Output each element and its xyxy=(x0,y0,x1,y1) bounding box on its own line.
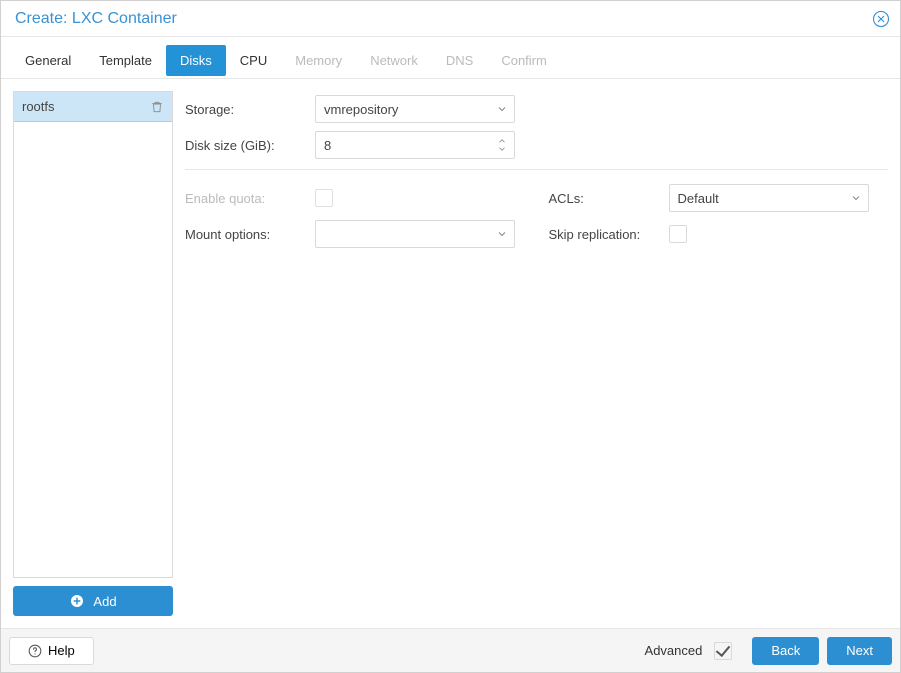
enable-quota-label: Enable quota: xyxy=(185,191,315,206)
row-disk-size: Disk size (GiB): xyxy=(185,127,888,163)
disk-form: Storage: Disk size (GiB): xyxy=(185,91,888,616)
create-lxc-window: Create: LXC Container General Template D… xyxy=(0,0,901,673)
mount-options-input[interactable] xyxy=(316,221,490,247)
disk-size-input[interactable] xyxy=(316,132,490,158)
disk-side-column: rootfs Add xyxy=(13,91,173,616)
disk-list: rootfs xyxy=(13,91,173,578)
tabbar: General Template Disks CPU Memory Networ… xyxy=(1,37,900,79)
skip-replication-label: Skip replication: xyxy=(549,227,669,242)
storage-input[interactable] xyxy=(316,96,490,122)
chevron-down-icon xyxy=(497,145,507,153)
mount-options-label: Mount options: xyxy=(185,227,315,242)
chevron-up-icon xyxy=(497,137,507,145)
plus-circle-icon xyxy=(69,593,85,609)
close-icon xyxy=(872,10,890,28)
disk-item-label: rootfs xyxy=(22,99,55,114)
tab-dns: DNS xyxy=(432,45,487,76)
disk-item-rootfs[interactable]: rootfs xyxy=(14,92,172,122)
tab-disks[interactable]: Disks xyxy=(166,45,226,76)
tab-memory: Memory xyxy=(281,45,356,76)
mount-options-dropdown-trigger[interactable] xyxy=(490,221,514,247)
advanced-grid: Enable quota: Mount options: xyxy=(185,180,888,252)
disk-size-spinner[interactable] xyxy=(315,131,515,159)
next-button[interactable]: Next xyxy=(827,637,892,665)
skip-replication-checkbox[interactable] xyxy=(669,225,687,243)
help-button[interactable]: Help xyxy=(9,637,94,665)
row-acls: ACLs: xyxy=(549,180,889,216)
row-storage: Storage: xyxy=(185,91,888,127)
help-label: Help xyxy=(48,643,75,658)
mount-options-select[interactable] xyxy=(315,220,515,248)
storage-select[interactable] xyxy=(315,95,515,123)
storage-dropdown-trigger[interactable] xyxy=(490,96,514,122)
acls-dropdown-trigger[interactable] xyxy=(844,185,868,211)
tab-network: Network xyxy=(356,45,432,76)
tab-cpu[interactable]: CPU xyxy=(226,45,281,76)
row-enable-quota: Enable quota: xyxy=(185,180,525,216)
advanced-label: Advanced xyxy=(645,643,703,658)
acls-label: ACLs: xyxy=(549,191,669,206)
tab-template[interactable]: Template xyxy=(85,45,166,76)
tab-general[interactable]: General xyxy=(11,45,85,76)
chevron-down-icon xyxy=(496,103,508,115)
close-button[interactable] xyxy=(870,8,892,30)
trash-icon xyxy=(150,100,164,114)
storage-label: Storage: xyxy=(185,102,315,117)
form-divider xyxy=(185,169,888,170)
next-label: Next xyxy=(846,643,873,658)
acls-select[interactable] xyxy=(669,184,869,212)
help-icon xyxy=(28,644,42,658)
row-skip-replication: Skip replication: xyxy=(549,216,889,252)
add-disk-button[interactable]: Add xyxy=(13,586,173,616)
acls-input[interactable] xyxy=(670,185,844,211)
chevron-down-icon xyxy=(496,228,508,240)
titlebar: Create: LXC Container xyxy=(1,1,900,37)
row-mount-options: Mount options: xyxy=(185,216,525,252)
add-disk-label: Add xyxy=(93,594,116,609)
content-area: rootfs Add Storage: xyxy=(1,79,900,628)
tab-confirm: Confirm xyxy=(487,45,561,76)
delete-disk-button[interactable] xyxy=(150,100,164,114)
disk-size-stepper[interactable] xyxy=(490,132,514,158)
back-button[interactable]: Back xyxy=(752,637,819,665)
window-title: Create: LXC Container xyxy=(15,10,177,28)
footer: Help Advanced Back Next xyxy=(1,628,900,672)
chevron-down-icon xyxy=(850,192,862,204)
advanced-checkbox[interactable] xyxy=(714,642,732,660)
disk-size-label: Disk size (GiB): xyxy=(185,138,315,153)
back-label: Back xyxy=(771,643,800,658)
enable-quota-checkbox xyxy=(315,189,333,207)
